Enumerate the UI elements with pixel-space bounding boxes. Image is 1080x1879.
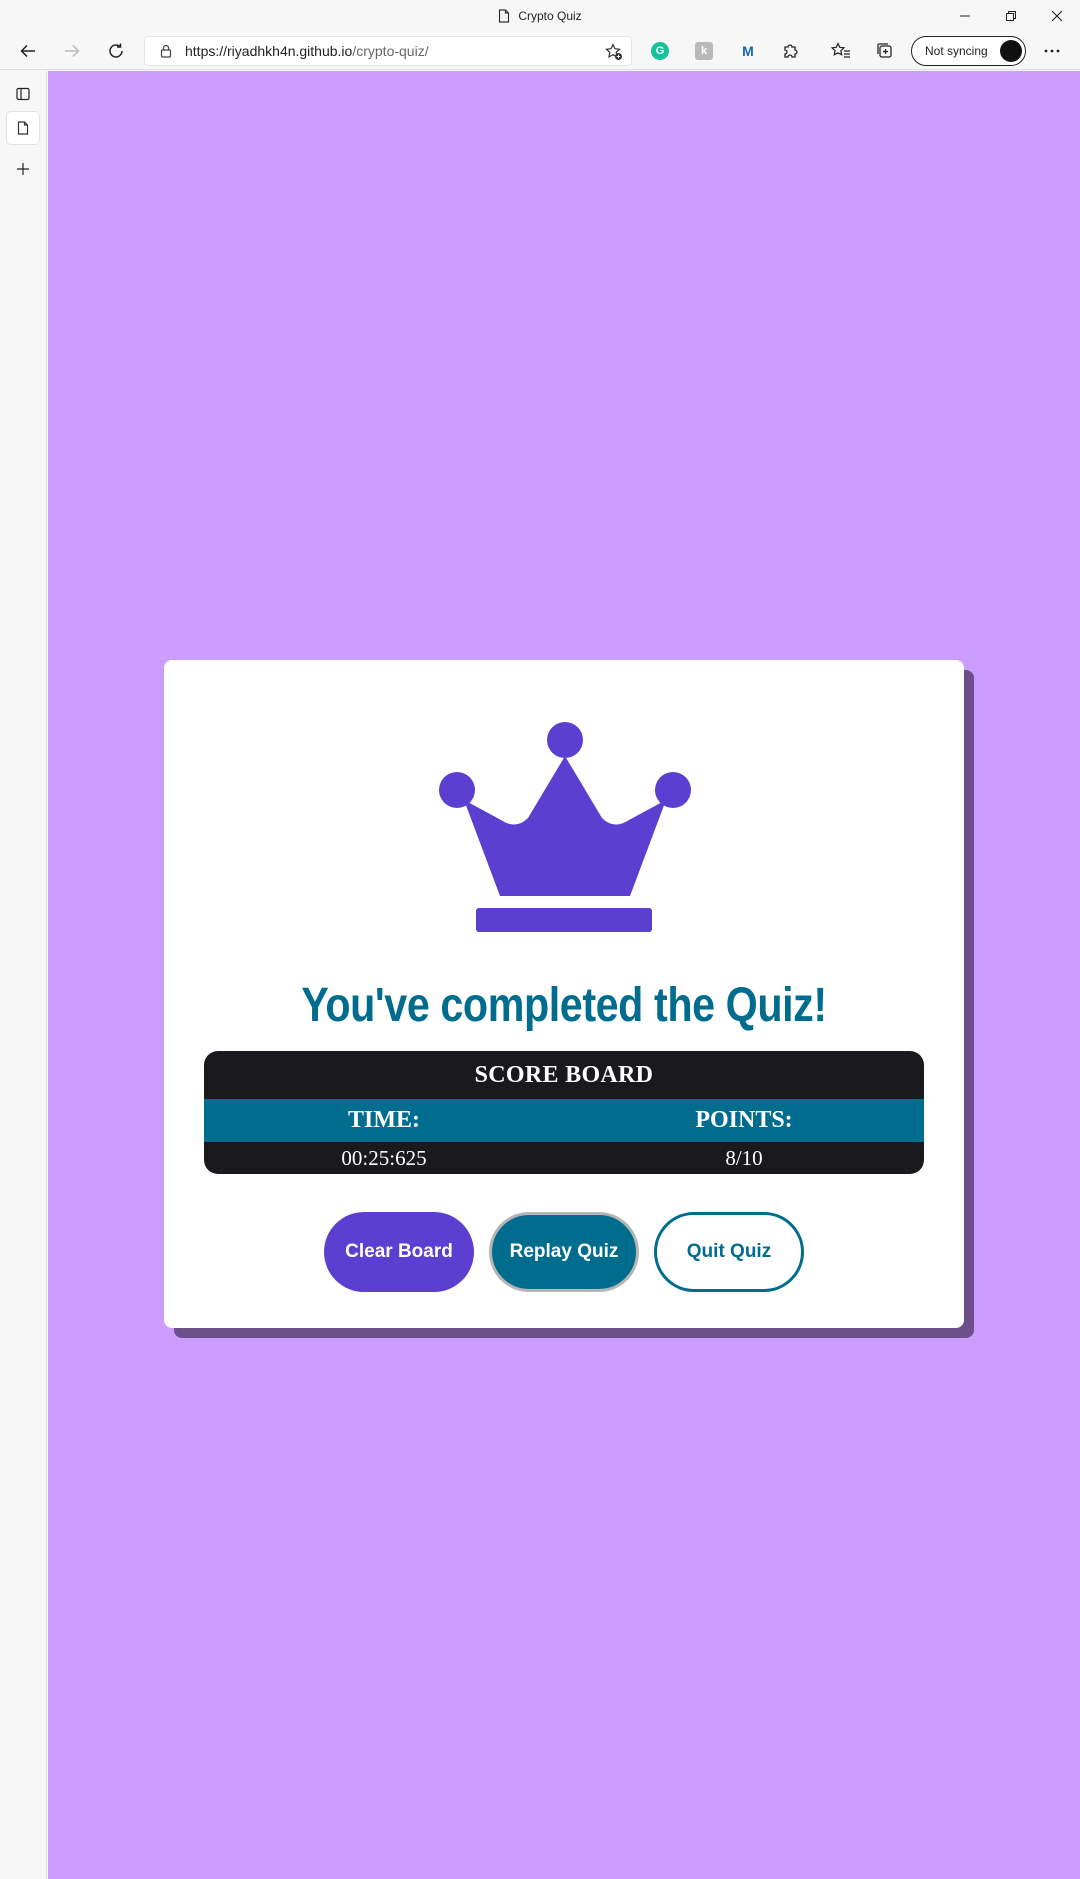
action-buttons: Clear Board Replay Quiz Quit Quiz — [164, 1212, 964, 1292]
quit-quiz-button[interactable]: Quit Quiz — [654, 1212, 804, 1292]
favorite-add-icon[interactable] — [605, 43, 623, 61]
page-icon — [17, 121, 29, 135]
points-value: 8/10 — [725, 1145, 763, 1170]
sync-button[interactable]: Not syncing — [911, 36, 1026, 66]
more-icon — [1044, 49, 1060, 53]
grammarly-icon[interactable]: G — [651, 42, 669, 60]
favorites-button[interactable] — [825, 35, 857, 67]
forward-icon — [65, 44, 80, 58]
malwarebytes-icon[interactable]: M — [739, 42, 757, 60]
completion-heading: You've completed the Quiz! — [301, 979, 827, 1032]
page-viewport: You've completed the Quiz! SCORE BOARD T… — [48, 71, 1080, 1879]
collections-button[interactable] — [869, 35, 901, 67]
tab-actions-icon — [16, 87, 30, 101]
puzzle-icon — [784, 44, 798, 58]
minimize-button[interactable] — [942, 0, 988, 32]
tab-actions-button[interactable] — [7, 78, 39, 110]
avatar — [1000, 40, 1022, 62]
collections-icon — [877, 43, 892, 58]
url-path: /crypto-quiz/ — [352, 43, 429, 59]
clear-board-button[interactable]: Clear Board — [324, 1212, 474, 1292]
new-tab-button[interactable] — [7, 153, 39, 185]
vertical-tabs-sidebar — [0, 71, 47, 1879]
address-bar[interactable]: https://riyadhkh4n.github.io/crypto-quiz… — [144, 36, 632, 66]
back-button[interactable] — [12, 35, 44, 67]
quiz-result-card: You've completed the Quiz! SCORE BOARD T… — [164, 660, 964, 1328]
url-host: https://riyadhkh4n.github.io — [185, 43, 353, 59]
extension-icon[interactable]: k — [695, 42, 713, 60]
window-title-bar: Crypto Quiz — [0, 0, 1080, 32]
crown-icon — [439, 722, 691, 932]
points-label: POINTS: — [695, 1107, 793, 1133]
scoreboard-value-row: 00:25:625 8/10 — [204, 1142, 924, 1174]
browser-toolbar: https://riyadhkh4n.github.io/crypto-quiz… — [0, 32, 1080, 70]
plus-icon — [17, 163, 29, 175]
refresh-button[interactable] — [100, 35, 132, 67]
close-window-button[interactable] — [1034, 0, 1080, 32]
tab-crypto-quiz[interactable] — [7, 112, 39, 144]
more-button[interactable] — [1036, 35, 1068, 67]
scoreboard-title: SCORE BOARD — [474, 1061, 654, 1088]
time-label: TIME: — [348, 1107, 420, 1133]
favorites-icon — [831, 42, 850, 58]
url-text[interactable]: https://riyadhkh4n.github.io/crypto-quiz… — [185, 43, 429, 59]
restore-button[interactable] — [988, 0, 1034, 32]
refresh-icon — [109, 43, 123, 58]
window-title-text: Crypto Quiz — [518, 9, 582, 23]
scoreboard-header-row: TIME: POINTS: — [204, 1099, 924, 1142]
lock-icon[interactable] — [158, 43, 174, 59]
forward-button[interactable] — [56, 35, 88, 67]
window-title: Crypto Quiz — [0, 0, 1080, 32]
extensions-button[interactable] — [775, 35, 807, 67]
time-value: 00:25:625 — [341, 1145, 427, 1170]
back-icon — [20, 44, 35, 58]
replay-quiz-button[interactable]: Replay Quiz — [489, 1212, 639, 1292]
score-board: SCORE BOARD TIME: POINTS: 00:25:625 8/10 — [204, 1051, 924, 1174]
sync-label: Not syncing — [925, 44, 988, 58]
page-icon — [499, 9, 510, 23]
